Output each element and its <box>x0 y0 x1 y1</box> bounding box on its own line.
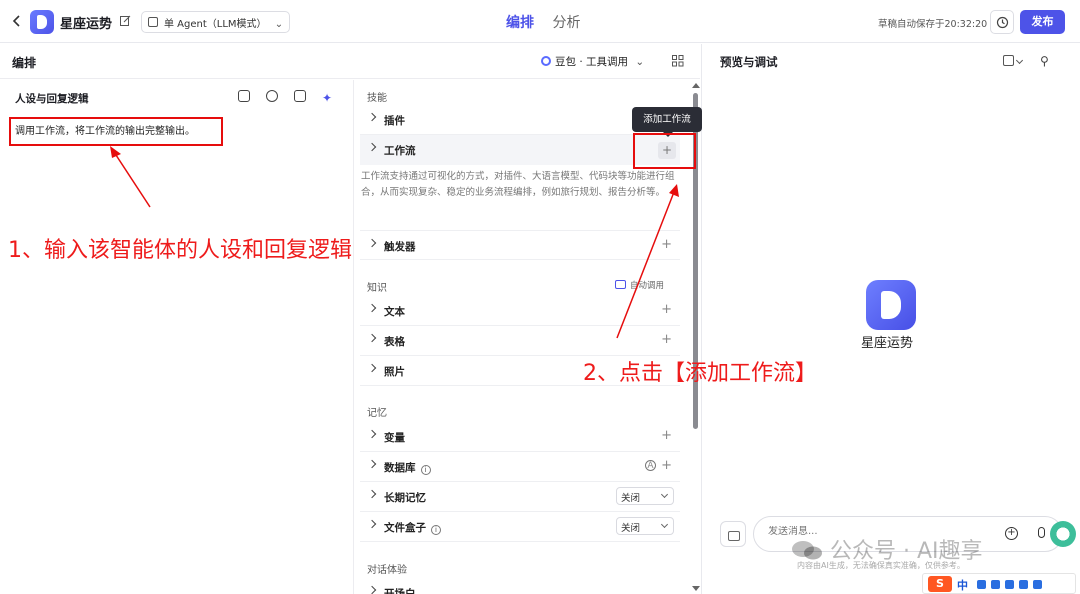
annotation-arrows <box>110 146 679 339</box>
step2-annotation: 2、点击【添加工作流】 <box>583 361 817 386</box>
step1-annotation: 1、输入该智能体的人设和回复逻辑 <box>8 238 352 263</box>
